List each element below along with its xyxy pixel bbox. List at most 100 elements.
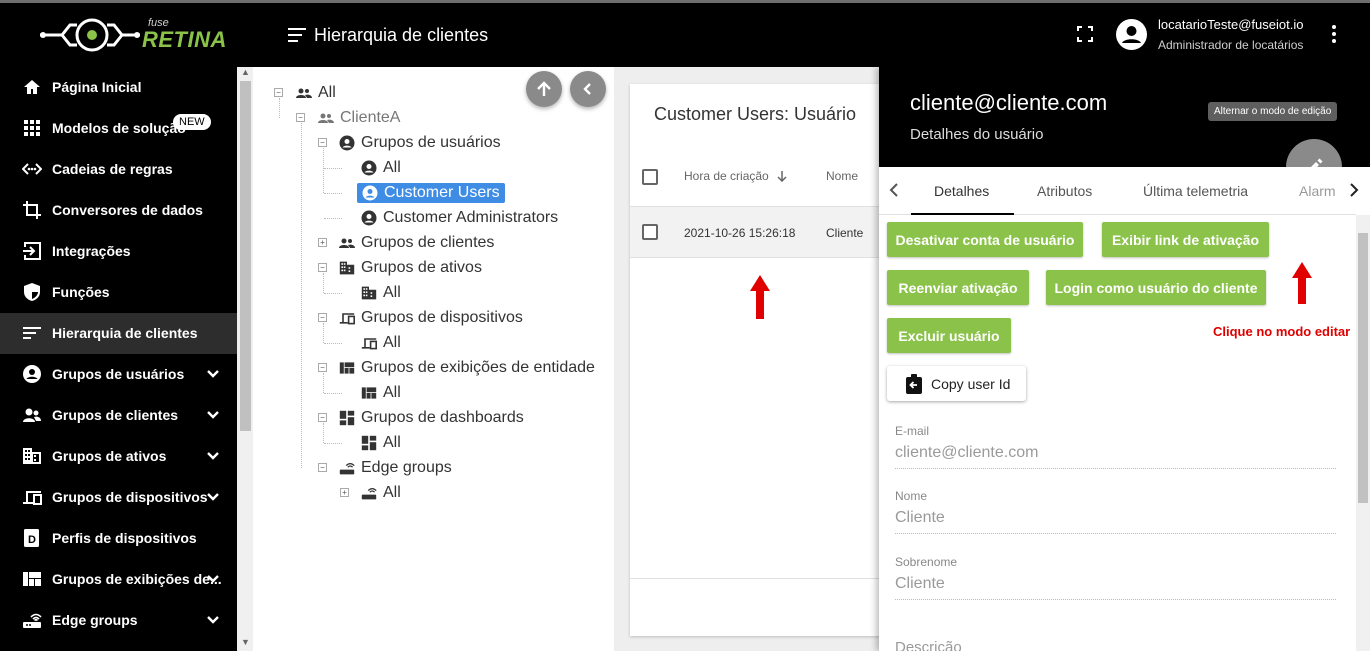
chevron-down-icon[interactable]	[206, 408, 220, 422]
tree-node-users-all[interactable]: All	[361, 157, 401, 179]
sidebar-item-roles[interactable]: Funções	[0, 272, 237, 313]
tab-alarms[interactable]: Alarm	[1299, 183, 1337, 199]
sidebar-item-user-groups[interactable]: Grupos de usuários	[0, 354, 237, 395]
collapse-panel-button[interactable]	[570, 71, 606, 107]
tab-latest-telemetry[interactable]: Última telemetria	[1143, 183, 1248, 199]
tree-node-assets-all[interactable]: All	[361, 282, 401, 304]
sidebar-item-customer-hierarchy[interactable]: Hierarquia de clientes	[0, 313, 237, 354]
drawer-scrollbar[interactable]	[1356, 215, 1370, 651]
tree-node-edges-all[interactable]: All	[361, 482, 401, 504]
copy-user-id-button[interactable]: Copy user Id	[887, 366, 1026, 401]
domain-icon	[339, 261, 355, 275]
collapse-toggle[interactable]: −	[318, 363, 327, 372]
tree-guide	[324, 168, 342, 169]
tree-node-customer[interactable]: ClienteA	[318, 107, 400, 129]
sidebar-item-integrations[interactable]: Integrações	[0, 231, 237, 272]
navigate-up-button[interactable]	[526, 71, 562, 107]
tree-node-dashboards-all[interactable]: All	[361, 432, 401, 454]
login-as-customer-user-button[interactable]: Login como usuário do cliente	[1046, 270, 1266, 305]
sidebar-item-label: Grupos de clientes	[52, 407, 179, 423]
sidebar-item-device-profiles[interactable]: D Perfis de dispositivos	[0, 518, 237, 559]
scroll-down-icon[interactable]: ▼	[241, 637, 250, 647]
drawer-tabs: Detalhes Atributos Última telemetria Ala…	[879, 167, 1359, 215]
tree-node-dashboard-groups[interactable]: Grupos de dashboards	[339, 407, 524, 429]
sidebar-item-label: Grupos de usuários	[52, 366, 185, 382]
chevron-right-icon[interactable]	[1347, 181, 1361, 199]
sidebar-item-customer-groups[interactable]: Grupos de clientes	[0, 395, 237, 436]
column-header-name[interactable]: Nome	[826, 169, 858, 183]
chevron-down-icon[interactable]	[206, 572, 220, 586]
sidebar-item-rule-chains[interactable]: Cadeias de regras	[0, 149, 237, 190]
tree-node-label: All	[383, 159, 401, 176]
expand-toggle[interactable]: +	[318, 238, 327, 247]
tree-node-user-groups[interactable]: Grupos de usuários	[339, 132, 501, 154]
tree-node-customer-admins[interactable]: Customer Administrators	[361, 207, 558, 229]
sidebar-item-asset-groups[interactable]: Grupos de ativos	[0, 436, 237, 477]
tree-node-device-groups[interactable]: Grupos de dispositivos	[339, 307, 523, 329]
more-vert-icon[interactable]	[1326, 24, 1342, 44]
chevron-down-icon[interactable]	[206, 490, 220, 504]
chevron-down-icon[interactable]	[206, 449, 220, 463]
sidebar-scrollbar[interactable]: ▲ ▼	[237, 67, 253, 651]
show-activation-link-button[interactable]: Exibir link de ativação	[1102, 222, 1269, 257]
tab-attributes[interactable]: Atributos	[1037, 183, 1092, 199]
chevron-down-icon[interactable]	[206, 367, 220, 381]
sidebar-item-label: Grupos de dispositivos	[52, 489, 208, 505]
tree-node-customer-groups[interactable]: Grupos de clientes	[339, 232, 494, 254]
tree-guide	[323, 273, 324, 293]
avatar[interactable]	[1116, 19, 1147, 50]
view-quilt-icon	[361, 387, 377, 399]
tree-node-customer-users[interactable]: Customer Users	[357, 182, 505, 204]
collapse-toggle[interactable]: −	[318, 413, 327, 422]
collapse-toggle[interactable]: −	[274, 88, 283, 97]
tree-node-devices-all[interactable]: All	[361, 332, 401, 354]
sidebar-item-entity-view-groups[interactable]: Grupos de exibições de...	[0, 559, 237, 600]
collapse-toggle[interactable]: −	[318, 313, 327, 322]
tree-node-entity-view-groups[interactable]: Grupos de exibições de entidade	[339, 357, 595, 379]
email-field[interactable]: cliente@cliente.com	[895, 444, 1038, 462]
sidebar-item-home[interactable]: Página Inicial	[0, 67, 237, 108]
resend-activation-button[interactable]: Reenviar ativação	[887, 270, 1029, 305]
chevron-down-icon[interactable]	[206, 613, 220, 627]
tree-node-asset-groups[interactable]: Grupos de ativos	[339, 257, 482, 279]
fullscreen-icon[interactable]	[1077, 26, 1093, 42]
collapse-toggle[interactable]: −	[318, 138, 327, 147]
logo-retina-text: RETINA	[142, 27, 227, 52]
tree-node-label: Grupos de usuários	[361, 134, 501, 151]
sidebar-item-device-groups[interactable]: Grupos de dispositivos	[0, 477, 237, 518]
table-row[interactable]: 2021-10-26 15:26:18 Cliente	[630, 206, 900, 258]
tab-details[interactable]: Detalhes	[934, 183, 989, 199]
home-icon	[24, 80, 40, 94]
tree-node-entity-views-all[interactable]: All	[361, 382, 401, 404]
last-name-field[interactable]: Cliente	[895, 575, 945, 593]
sidebar: Página Inicial Modelos de solução Cadeia…	[0, 67, 237, 651]
collapse-toggle[interactable]: −	[318, 463, 327, 472]
row-checkbox[interactable]	[642, 224, 658, 240]
tree-guide	[323, 373, 324, 393]
sidebar-item-data-converters[interactable]: Conversores de dados	[0, 190, 237, 231]
sidebar-item-edge-groups[interactable]: Edge groups	[0, 600, 237, 641]
column-header-created[interactable]: Hora de criação	[684, 169, 788, 183]
tree-node-edge-groups[interactable]: Edge groups	[339, 457, 452, 479]
security-icon	[24, 283, 40, 301]
device-profile-icon: D	[24, 529, 39, 547]
scrollbar-thumb[interactable]	[240, 81, 251, 431]
chevron-left-icon[interactable]	[887, 181, 901, 199]
collapse-toggle[interactable]: −	[296, 113, 305, 122]
scrollbar-thumb[interactable]	[1358, 233, 1368, 503]
scroll-up-icon[interactable]: ▲	[241, 67, 250, 77]
disable-account-button[interactable]: Desativar conta de usuário	[887, 222, 1083, 257]
expand-toggle[interactable]: +	[340, 488, 349, 497]
tree-node-label: Customer Administrators	[383, 209, 559, 226]
table-footer-divider	[630, 578, 900, 579]
delete-user-button[interactable]: Excluir usuário	[887, 318, 1011, 353]
clipboard-icon	[906, 373, 922, 394]
view-quilt-icon	[339, 362, 355, 374]
select-all-checkbox[interactable]	[642, 169, 658, 185]
collapse-toggle[interactable]: −	[318, 263, 327, 272]
tree-node-label: ClienteA	[340, 109, 401, 126]
first-name-field[interactable]: Cliente	[895, 509, 945, 527]
sidebar-item-label: Modelos de solução	[52, 120, 186, 136]
tree-node-root[interactable]: All	[296, 82, 336, 104]
supervisor-icon	[296, 88, 312, 98]
